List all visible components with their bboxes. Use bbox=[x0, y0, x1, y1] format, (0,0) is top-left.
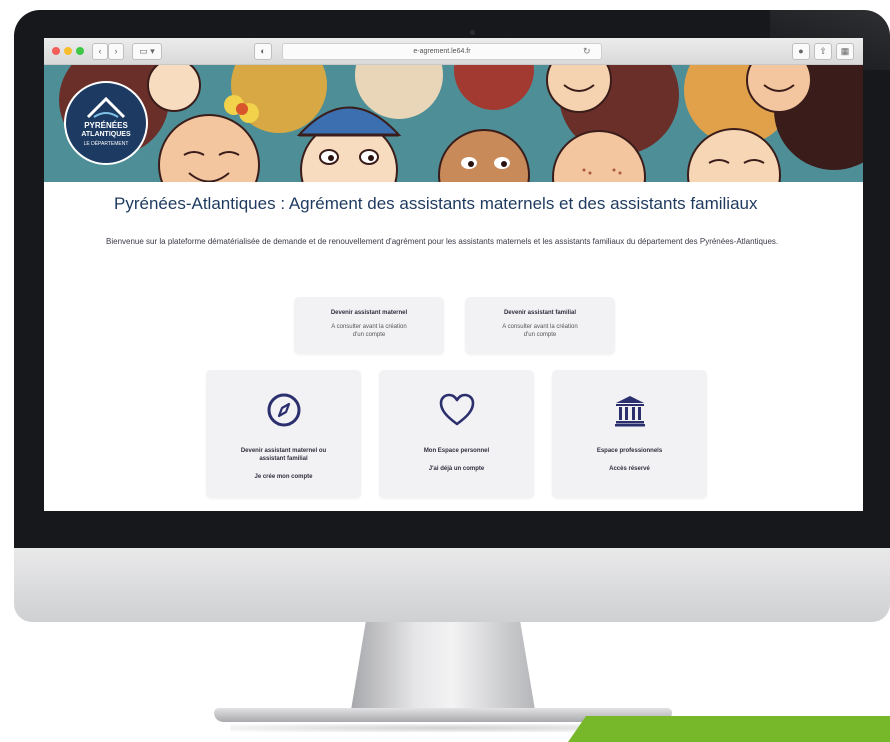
info-card-title: Devenir assistant familial bbox=[503, 310, 577, 316]
card-line2: assistant familial bbox=[259, 456, 308, 462]
back-button[interactable]: ‹ bbox=[92, 43, 108, 60]
card-action-label: J'ai déjà un compte bbox=[428, 466, 485, 472]
info-card-subtitle: A consulter avant la création bbox=[502, 324, 578, 330]
share-icon: ⇧ bbox=[819, 46, 827, 56]
sidebar-icon: ▭ ▾ bbox=[139, 46, 155, 56]
forward-button[interactable]: › bbox=[108, 43, 124, 60]
shield-icon: ◐ bbox=[260, 46, 266, 56]
green-accent-bar bbox=[568, 716, 890, 742]
hero-banner-illustration bbox=[44, 65, 863, 182]
card-action-label: Accès réservé bbox=[609, 466, 650, 472]
heart-icon bbox=[439, 393, 474, 426]
privacy-report-button[interactable]: ◐ bbox=[254, 43, 272, 60]
mountain-logo-icon bbox=[86, 96, 126, 119]
reload-icon[interactable]: ↻ bbox=[583, 44, 591, 59]
info-card-title: Devenir assistant maternel bbox=[330, 310, 408, 316]
intro-text: Bienvenue sur la plateforme dématérialis… bbox=[106, 237, 779, 246]
page-title: Pyrénées-Atlantiques : Agrément des assi… bbox=[114, 194, 758, 213]
logo-line3: LE DÉPARTEMENT bbox=[83, 141, 129, 147]
institution-icon bbox=[614, 396, 645, 427]
monitor-chin bbox=[14, 548, 890, 622]
address-bar[interactable]: e-agrement.le64.fr ↻ bbox=[282, 43, 602, 60]
info-card-maternel[interactable]: Devenir assistant maternel A consulter a… bbox=[294, 297, 444, 354]
card-line1: Mon Espace personnel bbox=[423, 448, 490, 454]
browser-toolbar: ‹ › ▭ ▾ ◐ e-agrement.le64.fr ↻ ● ⇧ ▦ bbox=[44, 38, 863, 65]
maximize-window-button[interactable] bbox=[76, 47, 84, 55]
share-button[interactable]: ⇧ bbox=[814, 43, 832, 60]
personal-space-card[interactable]: Mon Espace personnel J'ai déjà un compte bbox=[379, 370, 534, 498]
sidebar-toggle-button[interactable]: ▭ ▾ bbox=[132, 43, 162, 60]
compass-icon bbox=[267, 393, 300, 427]
chevron-left-icon: ‹ bbox=[98, 46, 102, 56]
create-account-card[interactable]: Devenir assistant maternel ou assistant … bbox=[206, 370, 361, 498]
browser-screen: ‹ › ▭ ▾ ◐ e-agrement.le64.fr ↻ ● ⇧ ▦ PYR… bbox=[44, 38, 863, 511]
chevron-right-icon: › bbox=[114, 46, 118, 56]
info-card-subtitle-2: d'un compte bbox=[523, 332, 557, 338]
info-card-subtitle: A consulter avant la création bbox=[331, 324, 407, 330]
card-line1: Espace professionnels bbox=[596, 448, 663, 454]
close-window-button[interactable] bbox=[52, 47, 60, 55]
tabs-overview-button[interactable]: ▦ bbox=[836, 43, 854, 60]
professionals-card[interactable]: Espace professionnels Accès réservé bbox=[552, 370, 707, 498]
info-card-familial[interactable]: Devenir assistant familial A consulter a… bbox=[465, 297, 615, 354]
url-text: e-agrement.le64.fr bbox=[413, 48, 471, 55]
minimize-window-button[interactable] bbox=[64, 47, 72, 55]
camera-dot bbox=[470, 30, 475, 35]
monitor-stand bbox=[351, 622, 535, 710]
download-icon: ● bbox=[798, 46, 804, 56]
logo-line1: PYRÉNÉES bbox=[84, 121, 128, 130]
department-logo[interactable]: PYRÉNÉES ATLANTIQUES LE DÉPARTEMENT bbox=[64, 81, 148, 165]
card-action-label: Je crée mon compte bbox=[254, 474, 313, 480]
info-card-subtitle-2: d'un compte bbox=[352, 332, 386, 338]
children-faces-illustration bbox=[44, 65, 863, 182]
card-line1: Devenir assistant maternel ou bbox=[240, 448, 327, 454]
downloads-button[interactable]: ● bbox=[792, 43, 810, 60]
logo-line2: ATLANTIQUES bbox=[81, 131, 131, 138]
tabs-icon: ▦ bbox=[840, 46, 850, 56]
